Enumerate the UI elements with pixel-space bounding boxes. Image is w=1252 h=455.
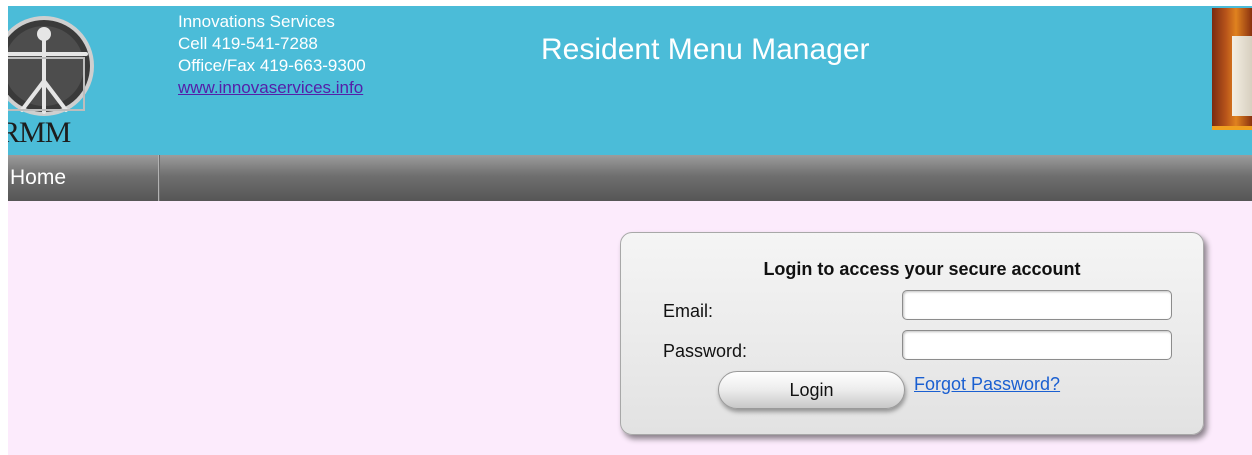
nav-bar: Home	[8, 155, 1252, 201]
page: RMM Innovations Services Cell 419-541-72…	[8, 6, 1252, 455]
login-button[interactable]: Login	[718, 371, 905, 409]
email-label: Email:	[663, 301, 714, 321]
logo-vitruvian-icon: RMM	[8, 6, 108, 155]
site-title: Resident Menu Manager	[541, 33, 870, 66]
website-link[interactable]: www.innovaservices.info	[178, 78, 363, 97]
nav-item-home[interactable]: Home	[8, 155, 158, 201]
book-page-decoration	[1232, 36, 1252, 116]
login-title: Login to access your secure account	[763, 259, 1081, 279]
password-label: Password:	[663, 341, 748, 361]
office-fax: Office/Fax 419-663-9300	[178, 56, 366, 75]
password-field[interactable]	[902, 330, 1172, 360]
nav-separator	[158, 155, 160, 201]
login-panel: Login to access your secure account Emai…	[620, 232, 1204, 435]
company-name: Innovations Services	[178, 12, 335, 31]
header: RMM Innovations Services Cell 419-541-72…	[8, 6, 1252, 155]
logo-text: RMM	[8, 116, 71, 149]
contact-info: Innovations Services Cell 419-541-7288 O…	[178, 11, 366, 99]
email-field[interactable]	[902, 290, 1172, 320]
forgot-password-link[interactable]: Forgot Password?	[914, 374, 1060, 395]
cell-phone: Cell 419-541-7288	[178, 34, 318, 53]
